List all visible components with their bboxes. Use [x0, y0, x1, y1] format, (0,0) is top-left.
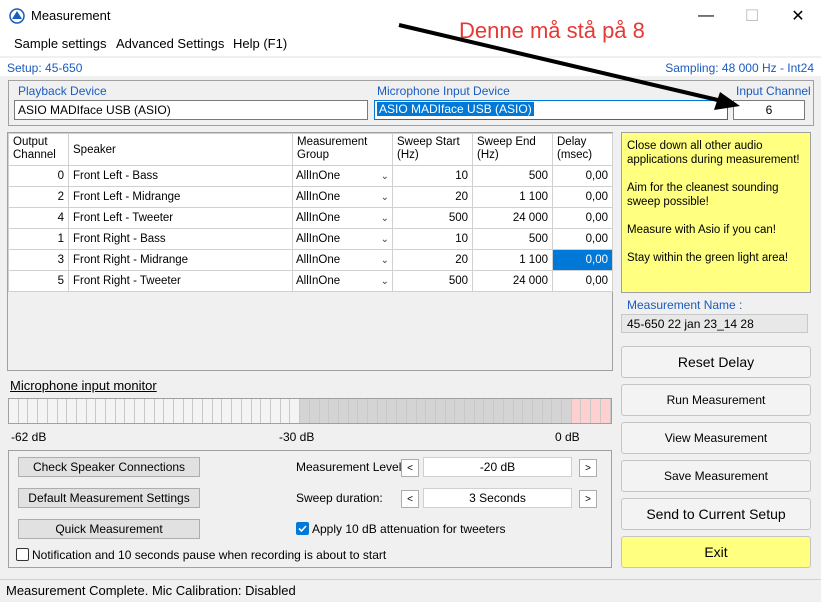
annotation-arrow-icon	[398, 23, 740, 110]
